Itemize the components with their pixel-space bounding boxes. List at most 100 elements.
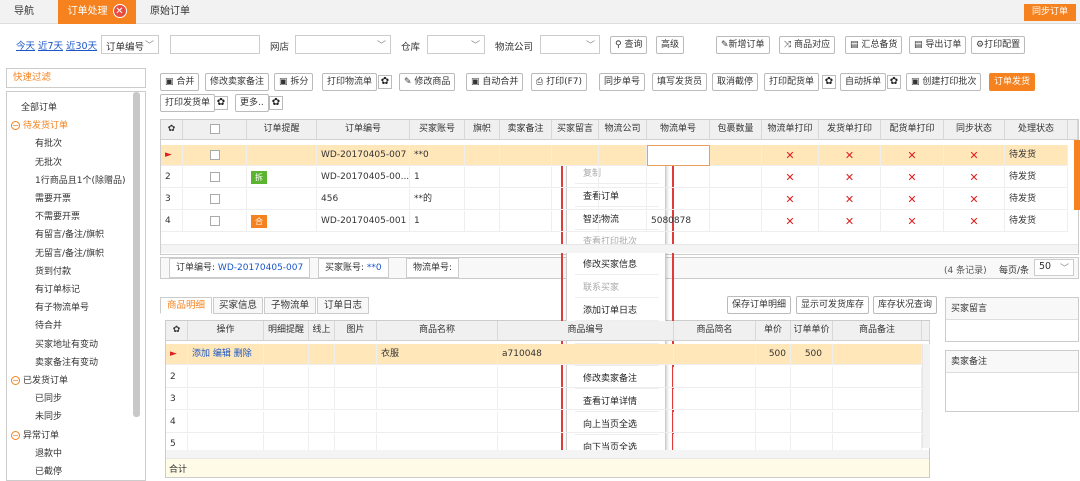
- more-button[interactable]: 更多..: [235, 94, 269, 112]
- column-header[interactable]: 商品备注: [833, 321, 922, 341]
- select-all-checkbox[interactable]: [183, 120, 247, 140]
- tab-original-orders[interactable]: 原始订单: [140, 0, 200, 24]
- column-header[interactable]: 商品编号: [498, 321, 674, 341]
- cancel-intercept-button[interactable]: 取消截停: [712, 73, 759, 91]
- tab-navigation[interactable]: 导航: [0, 0, 48, 24]
- sync-order-button[interactable]: 同步订单: [1023, 4, 1076, 21]
- column-header[interactable]: 操作: [188, 321, 264, 341]
- query-button[interactable]: ⚲ 查询: [610, 36, 648, 54]
- settings-icon[interactable]: ✿: [166, 321, 188, 341]
- gear-icon[interactable]: ✿: [887, 75, 901, 89]
- merge-button[interactable]: ▣ 合并: [160, 73, 200, 91]
- tree-item[interactable]: 全部订单: [21, 100, 57, 113]
- tree-item[interactable]: 有子物流单号: [35, 300, 89, 313]
- ship-order-button[interactable]: 订单发货: [989, 73, 1036, 91]
- collapse-icon[interactable]: −: [11, 376, 20, 385]
- column-header[interactable]: 单价: [756, 321, 791, 341]
- column-header[interactable]: 物流单打印: [762, 120, 819, 140]
- column-header[interactable]: 配货单打印: [881, 120, 944, 140]
- sync-no-button[interactable]: 同步单号: [599, 73, 646, 91]
- advanced-button[interactable]: 高级: [656, 36, 685, 54]
- export-order-button[interactable]: ▤ 导出订单: [909, 36, 967, 54]
- tree-item[interactable]: 未同步: [35, 409, 62, 422]
- save-detail-button[interactable]: 保存订单明细: [727, 296, 792, 314]
- close-icon[interactable]: ✕: [112, 4, 127, 18]
- tab-sub-logistics[interactable]: 子物流单: [264, 297, 316, 314]
- column-header[interactable]: 订单单价: [791, 321, 833, 341]
- show-stock-button[interactable]: 显示可发货库存: [796, 296, 870, 314]
- settings-icon[interactable]: ✿: [161, 120, 183, 140]
- tree-item[interactable]: 已截停: [35, 464, 62, 477]
- column-header[interactable]: 图片: [335, 321, 377, 341]
- print-f7-button[interactable]: ⎙ 打印(F7): [531, 73, 587, 91]
- print-pick-button[interactable]: 打印配货单: [764, 73, 820, 91]
- print-config-button[interactable]: ⚙打印配置: [971, 36, 1026, 54]
- tab-buyer-info[interactable]: 买家信息: [213, 297, 263, 314]
- column-header[interactable]: 明细提醒: [264, 321, 309, 341]
- tree-item[interactable]: − 待发货订单: [11, 118, 68, 131]
- modify-product-button[interactable]: ✎ 修改商品: [399, 73, 456, 91]
- column-header[interactable]: 买家留言: [552, 120, 599, 140]
- tab-order-log[interactable]: 订单日志: [317, 297, 369, 314]
- gear-icon[interactable]: ✿: [378, 75, 392, 89]
- tree-item[interactable]: 货到付款: [35, 264, 71, 277]
- tree-item[interactable]: 有订单标记: [35, 282, 80, 295]
- left-scrollbar[interactable]: [133, 92, 140, 417]
- tree-item[interactable]: 无批次: [35, 155, 62, 168]
- modify-seller-note-button[interactable]: 修改卖家备注: [205, 73, 270, 91]
- gear-icon[interactable]: ✿: [214, 96, 228, 110]
- create-batch-button[interactable]: ▣ 创建打印批次: [906, 73, 982, 91]
- tree-item[interactable]: 1行商品且1个(除赠品): [35, 173, 125, 186]
- column-header[interactable]: 线上: [309, 321, 335, 341]
- column-header[interactable]: 包裹数量: [710, 120, 762, 140]
- per-page-select[interactable]: 50 ﹀: [1034, 259, 1074, 276]
- tab-product-detail[interactable]: 商品明细: [160, 297, 212, 314]
- tree-item[interactable]: 需要开票: [35, 191, 71, 204]
- tree-item[interactable]: 卖家备注有变动: [35, 355, 98, 368]
- order-search-input[interactable]: [170, 35, 260, 54]
- tree-item[interactable]: 已同步: [35, 391, 62, 404]
- column-header[interactable]: 同步状态: [944, 120, 1005, 140]
- column-header[interactable]: 发货单打印: [819, 120, 881, 140]
- fill-shipper-button[interactable]: 填写发货员: [652, 73, 708, 91]
- split-button[interactable]: ▣ 拆分: [274, 73, 314, 91]
- order-field-select[interactable]: 订单编号 ﹀: [101, 35, 159, 54]
- row-operations[interactable]: 添加 编辑 删除: [188, 344, 264, 365]
- column-header[interactable]: 卖家备注: [500, 120, 552, 140]
- new-order-button[interactable]: ✎新增订单: [716, 36, 770, 54]
- logistics-select[interactable]: ﹀: [540, 35, 600, 54]
- tree-item[interactable]: 待合并: [35, 318, 62, 331]
- print-ship-button[interactable]: 打印发货单: [160, 94, 216, 112]
- side-collapse-handle[interactable]: [1074, 140, 1080, 210]
- column-header[interactable]: 商品名称: [377, 321, 498, 341]
- collapse-icon[interactable]: −: [11, 121, 20, 131]
- auto-split-button[interactable]: 自动拆单: [840, 73, 887, 91]
- tree-item[interactable]: − 已发货订单: [11, 373, 68, 386]
- column-header[interactable]: 物流单号: [647, 120, 710, 140]
- product-grid-vscroll[interactable]: [922, 344, 930, 448]
- column-header[interactable]: 订单提醒: [247, 120, 317, 140]
- column-header[interactable]: 订单编号: [317, 120, 410, 140]
- date-last7-link[interactable]: 近7天: [38, 38, 63, 52]
- row-checkbox[interactable]: [209, 215, 220, 226]
- row-checkbox[interactable]: [209, 149, 220, 160]
- tree-item[interactable]: 不需要开票: [35, 209, 80, 222]
- warehouse-select[interactable]: ﹀: [427, 35, 485, 54]
- column-header[interactable]: 处理状态: [1005, 120, 1068, 140]
- product-grid-hscroll[interactable]: [166, 450, 929, 458]
- tree-item[interactable]: 买家地址有变动: [35, 337, 98, 350]
- gear-icon[interactable]: ✿: [822, 75, 836, 89]
- summary-stock-button[interactable]: ▤ 汇总备货: [845, 36, 903, 54]
- auto-merge-button[interactable]: ▣ 自动合并: [466, 73, 524, 91]
- order-grid-hscroll[interactable]: [161, 244, 1078, 253]
- product-map-button[interactable]: ⤨ 商品对应: [779, 36, 836, 54]
- collapse-icon[interactable]: −: [11, 430, 20, 440]
- tree-item[interactable]: − 异常订单: [11, 428, 59, 441]
- stock-query-button[interactable]: 库存状况查询: [873, 296, 938, 314]
- gear-icon[interactable]: ✿: [269, 96, 283, 110]
- column-header[interactable]: 商品简名: [674, 321, 756, 341]
- tree-item[interactable]: 无留言/备注/旗帜: [35, 246, 104, 259]
- tab-order-processing[interactable]: 订单处理 ✕: [58, 0, 136, 24]
- column-header[interactable]: 买家账号: [410, 120, 465, 140]
- row-checkbox[interactable]: [209, 193, 220, 204]
